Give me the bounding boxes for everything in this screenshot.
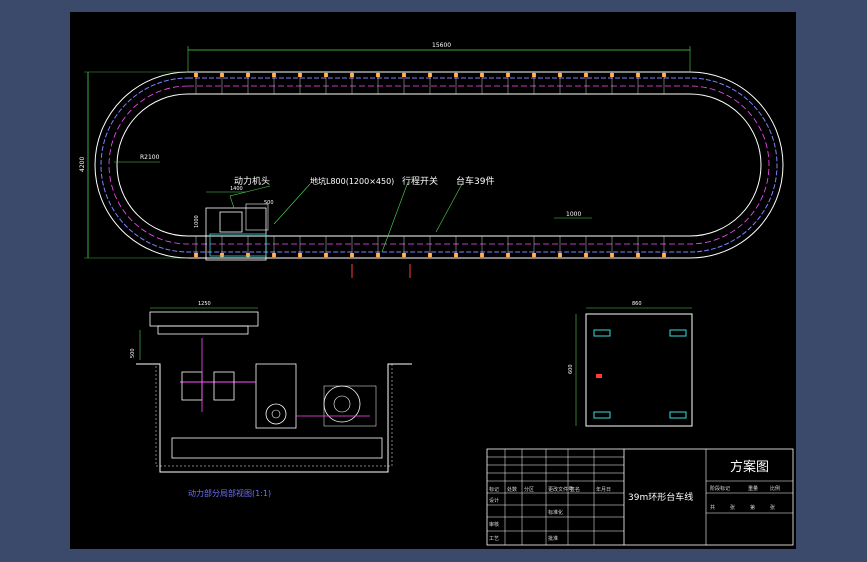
tb-review: 审核 (489, 521, 499, 528)
tb-sheet: 张 (770, 504, 775, 511)
cad-drawing: 15600 4200 R2100 1000 1400 500 1000 动力机头… (79, 42, 794, 546)
drive-section-view: 1250 500 动力部分局部视图(1:1) (130, 301, 412, 498)
tb-no: 第 (750, 504, 755, 511)
drawing-type: 方案图 (730, 459, 769, 475)
project-name: 39m环形台车线 (628, 491, 693, 503)
dim-drive-side: 1000 (194, 215, 200, 228)
dim-drive-small: 500 (264, 200, 274, 206)
dim-pit-height: 500 (130, 348, 136, 358)
dim-segment: 1000 (566, 211, 581, 218)
tb-weight: 重量 (748, 485, 758, 492)
section-caption: 动力部分局部视图(1:1) (188, 488, 271, 498)
tb-scale: 比例 (770, 485, 780, 492)
tb-mark: 标记 (489, 486, 499, 493)
drawing-sheet: 15600 4200 R2100 1000 1400 500 1000 动力机头… (70, 12, 796, 549)
tb-sheets: 张 (730, 504, 735, 511)
callout-drive-head: 动力机头 (234, 175, 270, 187)
title-block[interactable]: 标记 处数 分区 更改文件号 签名 年月日 设计 标准化 审核 工艺 批准 39… (486, 448, 794, 546)
callout-pit: 地坑L800(1200×450) (310, 176, 394, 186)
dim-overall-length: 15600 (432, 42, 451, 49)
callout-travel-switch: 行程开关 (402, 175, 438, 187)
tb-date: 年月日 (596, 486, 611, 493)
tb-zone: 分区 (524, 486, 534, 493)
tb-process: 工艺 (489, 536, 499, 542)
tb-approve: 批准 (548, 535, 558, 542)
tb-total: 共 (710, 504, 715, 511)
cart-plate-detail: 860 600 (568, 301, 693, 427)
dim-radius: R2100 (140, 154, 160, 161)
dim-plate-width: 860 (632, 301, 642, 307)
tb-design: 设计 (489, 497, 499, 504)
tb-stage: 阶段标记 (710, 485, 730, 492)
tb-standard: 标准化 (548, 509, 563, 516)
dim-overall-height: 4200 (79, 157, 86, 172)
loop-conveyor-plan: 15600 4200 R2100 1000 1400 500 1000 动力机头… (79, 42, 784, 278)
tb-count: 处数 (507, 486, 517, 493)
dim-pit-width: 1250 (198, 301, 211, 307)
callout-carts: 台车39件 (456, 175, 494, 187)
dim-plate-height: 600 (568, 364, 574, 374)
tb-sign: 签名 (570, 486, 580, 493)
